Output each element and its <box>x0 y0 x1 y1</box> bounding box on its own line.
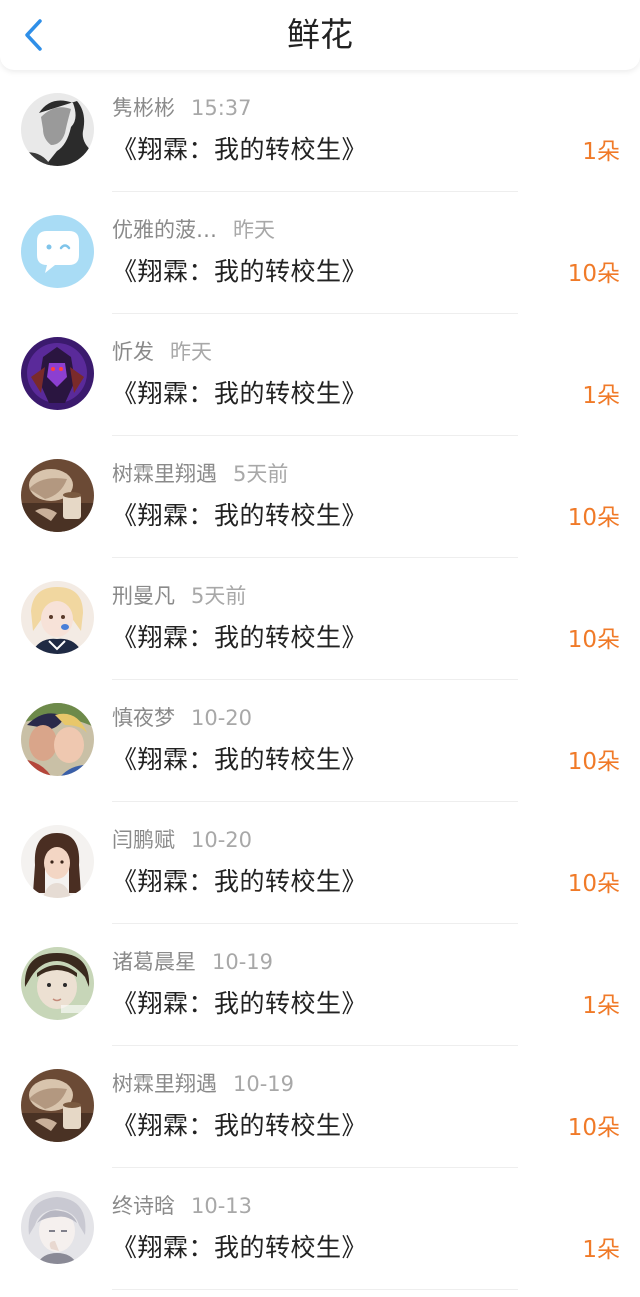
book-title[interactable]: 《翔霖：我的转校生》 <box>112 1230 367 1266</box>
user-name[interactable]: 隽彬彬 <box>112 96 175 120</box>
user-name[interactable]: 慎夜梦 <box>112 706 175 730</box>
item-meta: 慎夜梦 10-20 <box>112 704 252 732</box>
flower-count: 10朵 <box>567 1115 620 1141</box>
flower-count: 1朵 <box>582 383 620 409</box>
user-name[interactable]: 优雅的菠… <box>112 218 217 242</box>
flower-count: 10朵 <box>567 505 620 531</box>
divider <box>112 1289 518 1290</box>
chat-bubble-icon <box>21 215 94 288</box>
item-meta: 树霖里翔遇 10-19 <box>112 1070 294 1098</box>
item-time: 昨天 <box>170 340 212 364</box>
flower-count: 1朵 <box>582 1237 620 1263</box>
avatar[interactable] <box>21 581 94 654</box>
user-name[interactable]: 诸葛晨星 <box>112 950 196 974</box>
user-name[interactable]: 忻发 <box>112 340 154 364</box>
item-time: 15:37 <box>191 96 252 120</box>
flower-count: 10朵 <box>567 627 620 653</box>
book-title[interactable]: 《翔霖：我的转校生》 <box>112 620 367 656</box>
header-bar: 鲜花 <box>0 0 640 70</box>
item-time: 昨天 <box>233 218 275 242</box>
item-time: 10-20 <box>191 828 253 852</box>
avatar[interactable] <box>21 337 94 410</box>
user-name[interactable]: 树霖里翔遇 <box>112 462 217 486</box>
avatar[interactable] <box>21 825 94 898</box>
item-time: 5天前 <box>233 462 289 486</box>
item-meta: 终诗晗 10-13 <box>112 1192 252 1220</box>
item-time: 10-19 <box>212 950 274 974</box>
list-item[interactable]: 树霖里翔遇 5天前 《翔霖：我的转校生》 10朵 <box>0 436 640 558</box>
user-name[interactable]: 终诗晗 <box>112 1194 175 1218</box>
flower-count: 10朵 <box>567 749 620 775</box>
item-meta: 闫鹏赋 10-20 <box>112 826 252 854</box>
list-item[interactable]: 终诗晗 10-13 《翔霖：我的转校生》 1朵 <box>0 1168 640 1290</box>
list-item[interactable]: 隽彬彬 15:37 《翔霖：我的转校生》 1朵 <box>0 70 640 192</box>
item-time: 10-13 <box>191 1194 253 1218</box>
list-item[interactable]: 闫鹏赋 10-20 《翔霖：我的转校生》 10朵 <box>0 802 640 924</box>
book-title[interactable]: 《翔霖：我的转校生》 <box>112 986 367 1022</box>
page-title: 鲜花 <box>287 15 353 54</box>
flower-list: 隽彬彬 15:37 《翔霖：我的转校生》 1朵 优雅的菠… 昨天 《翔霖：我的转校生… <box>0 70 640 1290</box>
item-time: 5天前 <box>191 584 247 608</box>
user-name[interactable]: 刑曼凡 <box>112 584 175 608</box>
avatar[interactable] <box>21 947 94 1020</box>
list-item[interactable]: 诸葛晨星 10-19 《翔霖：我的转校生》 1朵 <box>0 924 640 1046</box>
book-title[interactable]: 《翔霖：我的转校生》 <box>112 1108 367 1144</box>
book-title[interactable]: 《翔霖：我的转校生》 <box>112 376 367 412</box>
item-meta: 隽彬彬 15:37 <box>112 94 252 122</box>
avatar[interactable] <box>21 93 94 166</box>
avatar[interactable] <box>21 459 94 532</box>
avatar[interactable] <box>21 1191 94 1264</box>
book-title[interactable]: 《翔霖：我的转校生》 <box>112 498 367 534</box>
book-title[interactable]: 《翔霖：我的转校生》 <box>112 742 367 778</box>
item-meta: 刑曼凡 5天前 <box>112 582 246 610</box>
flower-count: 1朵 <box>582 993 620 1019</box>
item-time: 10-19 <box>233 1072 295 1096</box>
user-name[interactable]: 闫鹏赋 <box>112 828 175 852</box>
item-meta: 树霖里翔遇 5天前 <box>112 460 288 488</box>
book-title[interactable]: 《翔霖：我的转校生》 <box>112 254 367 290</box>
item-meta: 诸葛晨星 10-19 <box>112 948 273 976</box>
item-meta: 忻发 昨天 <box>112 338 212 366</box>
item-meta: 优雅的菠… 昨天 <box>112 216 275 244</box>
book-title[interactable]: 《翔霖：我的转校生》 <box>112 132 367 168</box>
item-time: 10-20 <box>191 706 253 730</box>
avatar[interactable] <box>21 703 94 776</box>
flower-count: 10朵 <box>567 871 620 897</box>
list-item[interactable]: 慎夜梦 10-20 《翔霖：我的转校生》 10朵 <box>0 680 640 802</box>
list-item[interactable]: 优雅的菠… 昨天 《翔霖：我的转校生》 10朵 <box>0 192 640 314</box>
flower-count: 10朵 <box>567 261 620 287</box>
list-item[interactable]: 忻发 昨天 《翔霖：我的转校生》 1朵 <box>0 314 640 436</box>
flower-count: 1朵 <box>582 139 620 165</box>
list-item[interactable]: 刑曼凡 5天前 《翔霖：我的转校生》 10朵 <box>0 558 640 680</box>
book-title[interactable]: 《翔霖：我的转校生》 <box>112 864 367 900</box>
avatar[interactable] <box>21 215 94 288</box>
list-item[interactable]: 树霖里翔遇 10-19 《翔霖：我的转校生》 10朵 <box>0 1046 640 1168</box>
user-name[interactable]: 树霖里翔遇 <box>112 1072 217 1096</box>
avatar[interactable] <box>21 1069 94 1142</box>
